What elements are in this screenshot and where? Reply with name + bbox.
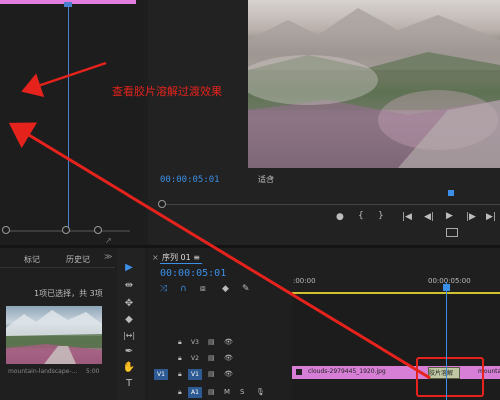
highlight-box [416, 357, 484, 397]
track-select-tool-icon[interactable]: ⇹ [122, 280, 136, 292]
selection-tool-icon[interactable]: ▶ [122, 262, 136, 274]
settings-wrench-icon[interactable]: ✎ [242, 284, 250, 294]
source-patch-v1[interactable]: V1 [154, 369, 168, 380]
source-scroll-right-handle[interactable] [94, 226, 102, 234]
step-forward-icon[interactable]: |▶ [466, 212, 476, 222]
menu-icon[interactable]: ≡ [193, 253, 200, 262]
snap-icon[interactable]: ∩ [180, 284, 187, 294]
program-video-frame [248, 0, 500, 168]
clip-v1-name: clouds-2979445_1920.jpg [308, 368, 386, 375]
landscape-image [248, 8, 500, 168]
track-target-a1[interactable]: A1 [188, 387, 202, 398]
fx-badge-icon [296, 369, 302, 375]
go-to-out-icon[interactable]: ▶| [486, 212, 496, 222]
clip-duration: 5:00 [86, 368, 100, 375]
active-tab-indicator [160, 263, 202, 264]
fit-dropdown[interactable]: 适合 [258, 174, 278, 185]
source-playhead[interactable] [68, 4, 69, 229]
slip-tool-icon[interactable]: |↔| [122, 330, 136, 342]
razor-tool-icon[interactable]: ◆ [122, 314, 136, 326]
film-icon[interactable]: ▤ [208, 388, 215, 396]
mountain-thumbnail-image [6, 310, 102, 364]
tab-history[interactable]: 历史记 [66, 254, 90, 265]
track-header-v1: V1 🔒︎ V1 ▤ 👁 [150, 368, 290, 381]
lock-icon[interactable]: 🔒︎ [178, 388, 182, 397]
lock-icon[interactable]: 🔒︎ [178, 370, 182, 379]
source-playhead-handle[interactable] [64, 2, 72, 7]
track-target-v3[interactable]: V3 [188, 337, 202, 348]
film-icon[interactable]: ▤ [208, 370, 215, 378]
track-header-v2: 🔒︎ V2 ▤ 👁 [150, 352, 290, 365]
microphone-icon[interactable]: 🎙︎ [256, 388, 265, 396]
eye-icon[interactable]: 👁 [224, 370, 233, 378]
sequence-title: 序列 01 [162, 253, 191, 262]
ripple-edit-tool-icon[interactable]: ✥ [122, 298, 136, 310]
pen-tool-icon[interactable]: ✒ [122, 346, 136, 358]
clip-name: mountain-landscape-... [8, 368, 78, 375]
track-target-v2[interactable]: V2 [188, 353, 202, 364]
track-target-v1[interactable]: V1 [188, 369, 202, 380]
out-point-icon[interactable]: } [378, 211, 384, 221]
ruler-label-start: :00:00 [293, 277, 316, 285]
step-back-icon[interactable]: ◀| [424, 212, 434, 222]
go-to-in-icon[interactable]: |◀ [402, 212, 412, 222]
selection-info: 1项已选择，共 3项 [34, 289, 103, 298]
film-icon[interactable]: ▤ [208, 354, 215, 362]
tab-divider [0, 267, 115, 268]
annotation-text: 查看胶片溶解过渡效果 [112, 85, 222, 98]
timeline-timecode[interactable]: 00:00:05:01 [160, 268, 226, 279]
marker-icon[interactable]: ● [336, 212, 344, 222]
track-header-a1: 🔒︎ A1 ▤ M S 🎙︎ [150, 386, 290, 399]
film-icon[interactable]: ▤ [208, 338, 215, 346]
lock-icon[interactable]: 🔒︎ [178, 354, 182, 363]
in-point-icon[interactable]: { [358, 211, 364, 221]
tab-markers[interactable]: 标记 [24, 254, 40, 265]
source-scroll-left-handle[interactable] [2, 226, 10, 234]
chevron-down-icon[interactable]: ▾ [270, 174, 274, 182]
program-scroll-handle[interactable] [158, 200, 166, 208]
source-monitor-panel [0, 0, 146, 245]
nest-icon[interactable]: ⤨ [160, 284, 167, 294]
mute-button[interactable]: M [224, 388, 230, 396]
timeline-playhead[interactable] [446, 282, 447, 400]
eye-icon[interactable]: 👁 [224, 338, 233, 346]
timeline-playhead-handle[interactable] [443, 284, 450, 291]
lock-icon[interactable]: 🔒︎ [178, 338, 182, 347]
program-time-ruler[interactable] [165, 196, 500, 205]
linked-selection-icon[interactable]: ⧈ [200, 284, 206, 294]
hand-tool-icon[interactable]: ✋ [122, 362, 136, 374]
track-header-v3: 🔒︎ V3 ▤ 👁 [150, 336, 290, 349]
export-frame-icon[interactable] [446, 228, 458, 237]
expand-icon[interactable]: ↗ [105, 236, 112, 245]
play-icon[interactable]: ▶ [446, 211, 453, 221]
program-playhead-handle[interactable] [448, 190, 454, 196]
source-scroll-center-handle[interactable] [62, 226, 70, 234]
program-timecode[interactable]: 00:00:05:01 [160, 175, 220, 185]
panel-overflow-icon[interactable]: ≫ [104, 252, 112, 261]
solo-button[interactable]: S [240, 388, 244, 396]
add-marker-icon[interactable]: ◆ [222, 284, 229, 294]
type-tool-icon[interactable]: T [122, 378, 136, 390]
eye-icon[interactable]: 👁 [224, 354, 233, 362]
close-icon[interactable]: × [152, 253, 159, 262]
clip-thumbnail[interactable] [6, 306, 102, 364]
sequence-tab[interactable]: 序列 01 ≡ [162, 252, 200, 263]
